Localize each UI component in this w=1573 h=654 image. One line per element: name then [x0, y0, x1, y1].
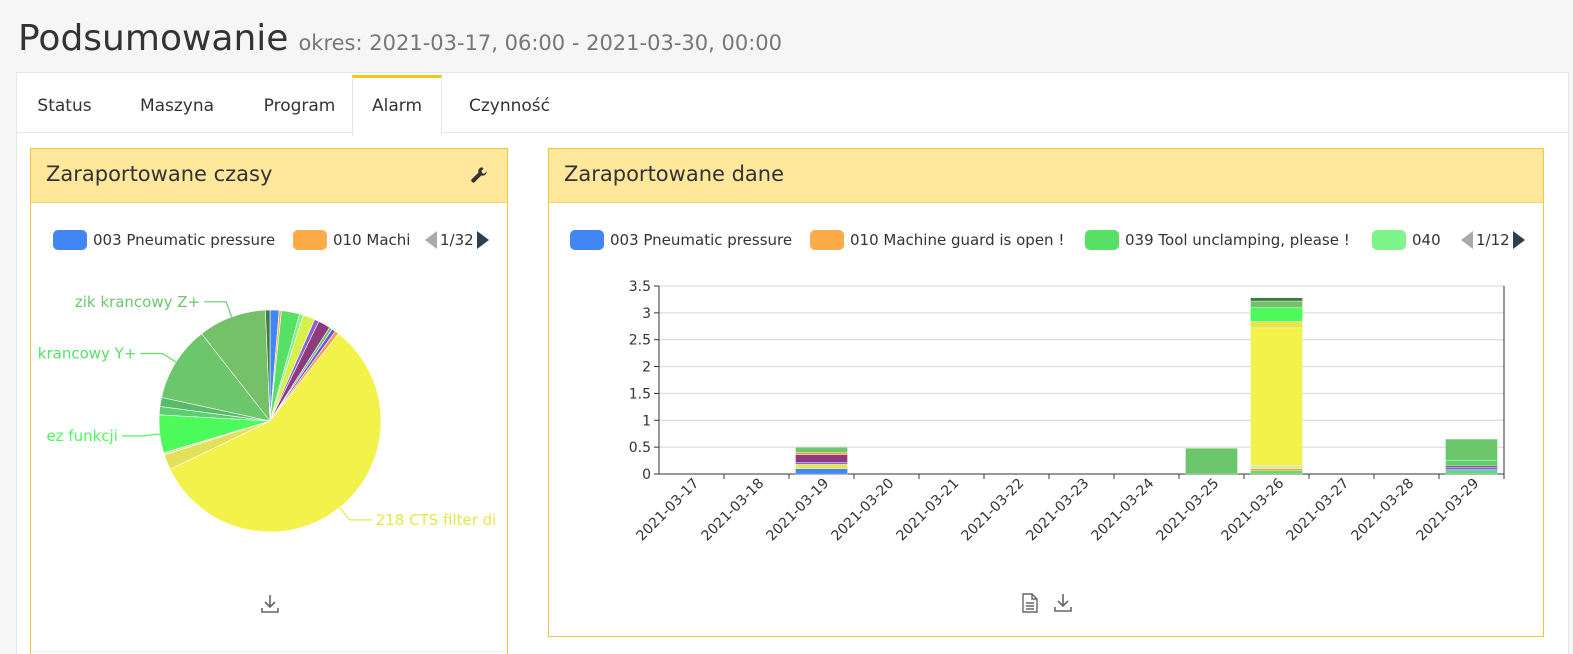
pager-text: 1/32 [440, 231, 474, 249]
download-icon[interactable] [259, 593, 281, 615]
page-title: Podsumowanie [18, 18, 289, 59]
bar-chart: 00.511.522.533.52021-03-172021-03-182021… [629, 279, 1505, 545]
bar-segment[interactable] [1445, 470, 1498, 475]
card-title: Zaraportowane dane [564, 162, 785, 186]
x-tick-label: 2021-03-18 [698, 476, 767, 545]
reported-times-card: Zaraportowane czasy 003 Pneumatic pressu… [30, 148, 508, 654]
bar-segment[interactable] [1250, 468, 1303, 471]
bar-segment[interactable] [795, 452, 848, 455]
x-tick-label: 2021-03-26 [1218, 475, 1287, 544]
pager-text: 1/12 [1476, 231, 1510, 249]
bar-segment[interactable] [1445, 467, 1498, 470]
x-tick-label: 2021-03-20 [828, 476, 897, 545]
download-icon[interactable] [1052, 592, 1074, 614]
pager-next-icon[interactable] [476, 230, 490, 250]
legend-label: 010 Machi [333, 231, 411, 249]
legend-label: 040 ` [1412, 231, 1445, 249]
legend-swatch [293, 230, 327, 250]
bar-segment[interactable] [1250, 321, 1303, 329]
pager-prev-icon[interactable] [424, 230, 438, 250]
bar-legend: 003 Pneumatic pressure 010 Machine guard… [570, 229, 1445, 251]
tab-czynnosc[interactable]: Czynność [457, 75, 562, 133]
y-tick-label: 3 [642, 306, 651, 322]
tab-program[interactable]: Program [242, 75, 357, 133]
tab-alarm[interactable]: Alarm [352, 75, 442, 135]
pager-next-icon[interactable] [1512, 230, 1526, 250]
bar-segment[interactable] [795, 464, 848, 469]
legend-label: 003 Pneumatic pressure [610, 231, 793, 249]
y-tick-label: 0 [642, 467, 651, 483]
legend-swatch [1085, 230, 1119, 250]
tab-maszyna[interactable]: Maszyna [122, 75, 232, 133]
x-tick-label: 2021-03-22 [958, 476, 1027, 545]
bar-segment[interactable] [1250, 327, 1303, 466]
pie-chart: zik krancowy Z+ krancowy Y+ ez funkcji 218 … [38, 293, 497, 533]
bar-segment[interactable] [1250, 470, 1303, 475]
pie-label-line [339, 507, 372, 521]
bar-segment[interactable] [1445, 469, 1498, 471]
pager-prev-icon[interactable] [1460, 230, 1474, 250]
y-tick-label: 0.5 [629, 440, 651, 456]
y-tick-label: 2 [642, 360, 651, 376]
x-tick-label: 2021-03-19 [763, 476, 832, 545]
bar-segment[interactable] [795, 446, 848, 453]
legend-label: 039 Tool unclamping, please ! [1125, 231, 1350, 249]
legend-pager: 1/32 [424, 229, 490, 251]
bar-segment[interactable] [1250, 465, 1303, 469]
y-tick-label: 3.5 [629, 279, 651, 295]
pie-label-line [204, 301, 233, 318]
pie-label-line [140, 352, 177, 363]
x-tick-label: 2021-03-17 [633, 476, 702, 545]
legend-item[interactable]: 040 ` [1372, 229, 1445, 251]
bar-segment[interactable] [795, 454, 848, 463]
bar-segment[interactable] [795, 462, 848, 465]
legend-item[interactable]: 010 Machine guard is open ! [810, 229, 1064, 251]
pie-label: zik krancowy Z+ [75, 293, 200, 311]
legend-item[interactable]: 010 Machi [293, 229, 413, 251]
document-icon[interactable] [1019, 592, 1041, 614]
card-title: Zaraportowane czasy [46, 162, 273, 186]
pie-label: ez funkcji [46, 427, 117, 445]
pie-legend: 003 Pneumatic pressure 010 Machi [53, 229, 413, 251]
x-tick-label: 2021-03-28 [1348, 476, 1417, 545]
bar-segment[interactable] [795, 468, 848, 475]
y-tick-label: 2.5 [629, 333, 651, 349]
bar-segment[interactable] [1445, 438, 1498, 461]
bar-segment[interactable] [1445, 460, 1498, 467]
legend-item[interactable]: 003 Pneumatic pressure [53, 229, 275, 251]
legend-label: 010 Machine guard is open ! [850, 231, 1065, 249]
y-tick-label: 1 [642, 413, 651, 429]
bar-segment[interactable] [1250, 300, 1303, 308]
tab-bar: Status Maszyna Program Alarm Czynność [17, 73, 1568, 135]
legend-item[interactable]: 003 Pneumatic pressure [570, 229, 792, 251]
bar-segment[interactable] [1185, 448, 1238, 475]
legend-pager: 1/12 [1460, 229, 1526, 251]
pie-label: 218 CTS filter di [376, 511, 497, 529]
wrench-icon[interactable] [469, 165, 489, 185]
y-tick-label: 1.5 [629, 386, 651, 402]
page-header: Podsumowanie okres: 2021-03-17, 06:00 - … [18, 18, 782, 59]
pie-label-line [121, 433, 160, 437]
legend-item[interactable]: 039 Tool unclamping, please ! [1085, 229, 1350, 251]
legend-swatch [1372, 230, 1406, 250]
x-tick-label: 2021-03-24 [1088, 475, 1157, 544]
card-header: Zaraportowane czasy [31, 149, 507, 203]
card-header: Zaraportowane dane [549, 149, 1543, 203]
x-tick-label: 2021-03-25 [1153, 476, 1222, 545]
legend-label: 003 Pneumatic pressure [93, 231, 276, 249]
bar-segment[interactable] [1250, 307, 1303, 322]
bar-segment[interactable] [1445, 465, 1498, 468]
x-tick-label: 2021-03-23 [1023, 476, 1092, 545]
legend-swatch [53, 230, 87, 250]
legend-swatch [810, 230, 844, 250]
x-tick-label: 2021-03-21 [893, 476, 962, 545]
x-tick-label: 2021-03-29 [1413, 476, 1482, 545]
bar-segment[interactable] [1250, 297, 1303, 302]
tab-status[interactable]: Status [22, 75, 107, 133]
x-tick-label: 2021-03-27 [1283, 476, 1352, 545]
reported-data-card: Zaraportowane dane 003 Pneumatic pressur… [548, 148, 1544, 637]
pie-label: krancowy Y+ [38, 344, 137, 362]
legend-swatch [570, 230, 604, 250]
page-subtitle: okres: 2021-03-17, 06:00 - 2021-03-30, 0… [298, 31, 782, 55]
